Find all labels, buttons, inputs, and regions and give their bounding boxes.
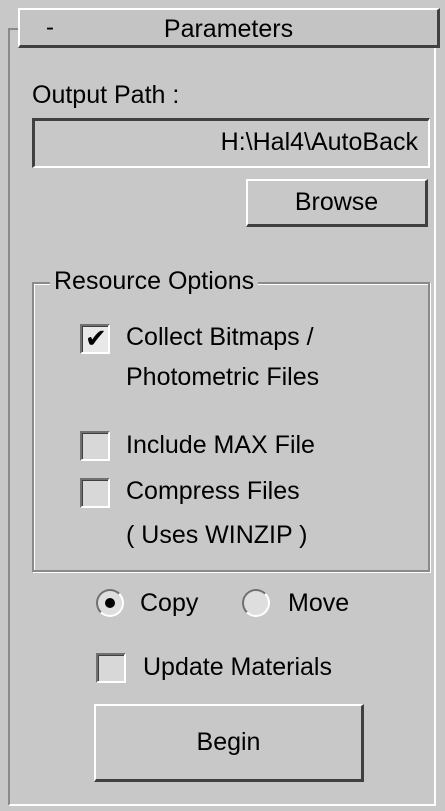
winzip-note: ( Uses WINZIP ) bbox=[126, 521, 308, 549]
begin-button[interactable]: Begin bbox=[94, 704, 364, 782]
update-materials-checkbox[interactable] bbox=[96, 653, 126, 683]
output-path-label: Output Path : bbox=[32, 81, 180, 109]
include-max-file-label[interactable]: Include MAX File bbox=[126, 430, 315, 460]
output-path-field[interactable]: H:\Hal4\AutoBack bbox=[32, 118, 430, 168]
browse-button[interactable]: Browse bbox=[246, 179, 428, 227]
radio-selected-dot-icon bbox=[105, 598, 115, 608]
rollout-title: Parameters bbox=[163, 15, 294, 43]
collect-bitmaps-label-line2[interactable]: Photometric Files bbox=[126, 362, 319, 392]
compress-files-checkbox[interactable] bbox=[80, 478, 110, 508]
checkmark-icon: ✔ bbox=[85, 323, 107, 353]
move-radio[interactable] bbox=[242, 589, 270, 617]
collect-bitmaps-label-line1[interactable]: Collect Bitmaps / bbox=[126, 322, 314, 352]
copy-radio[interactable] bbox=[96, 589, 124, 617]
copy-label[interactable]: Copy bbox=[140, 588, 198, 618]
resource-options-label: Resource Options bbox=[50, 266, 259, 296]
browse-button-label: Browse bbox=[294, 188, 379, 216]
move-label[interactable]: Move bbox=[288, 588, 349, 618]
update-materials-label[interactable]: Update Materials bbox=[143, 652, 332, 682]
include-max-file-checkbox[interactable] bbox=[80, 431, 110, 461]
parameters-rollout-header[interactable]: - Parameters bbox=[18, 8, 440, 48]
begin-button-label: Begin bbox=[196, 728, 261, 756]
compress-files-label[interactable]: Compress Files bbox=[126, 476, 300, 506]
collect-bitmaps-checkbox[interactable]: ✔ bbox=[80, 323, 110, 354]
